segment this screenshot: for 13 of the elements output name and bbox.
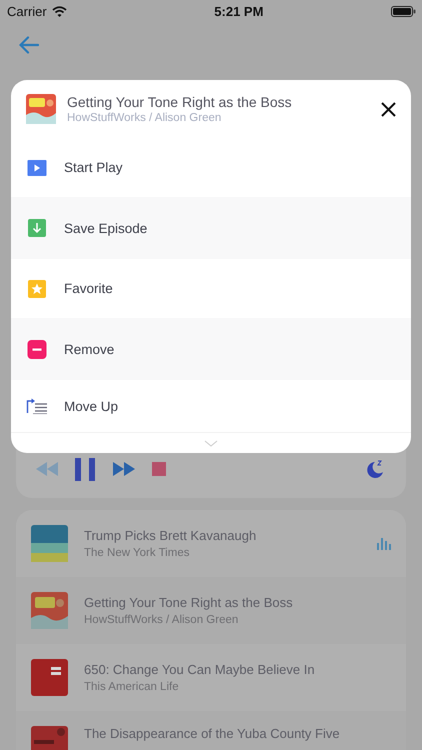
episode-podcast: This American Life bbox=[84, 681, 180, 693]
menu-item[interactable]: Remove bbox=[11, 318, 411, 380]
episode-podcast: HowStuffWorks / Alison Green bbox=[67, 112, 222, 124]
episode-podcast: The New York Times bbox=[84, 547, 190, 559]
episode-title: Trump Picks Brett Kavanaugh bbox=[84, 528, 258, 543]
episode-title: 650: Change You Can Maybe Believe In bbox=[84, 662, 316, 677]
carrier-label: Carrier bbox=[7, 4, 47, 18]
episode-podcast: HowStuffWorks / Alison Green bbox=[84, 614, 240, 626]
episode-title: The Disappearance of the Yuba County Five bbox=[84, 726, 341, 741]
episode-title: Getting Your Tone Right as the Boss bbox=[67, 94, 293, 110]
menu-item[interactable]: Save Episode bbox=[11, 197, 411, 259]
status-time: 5:21 PM bbox=[214, 4, 264, 18]
episode-title: Getting Your Tone Right as the Boss bbox=[84, 595, 294, 610]
